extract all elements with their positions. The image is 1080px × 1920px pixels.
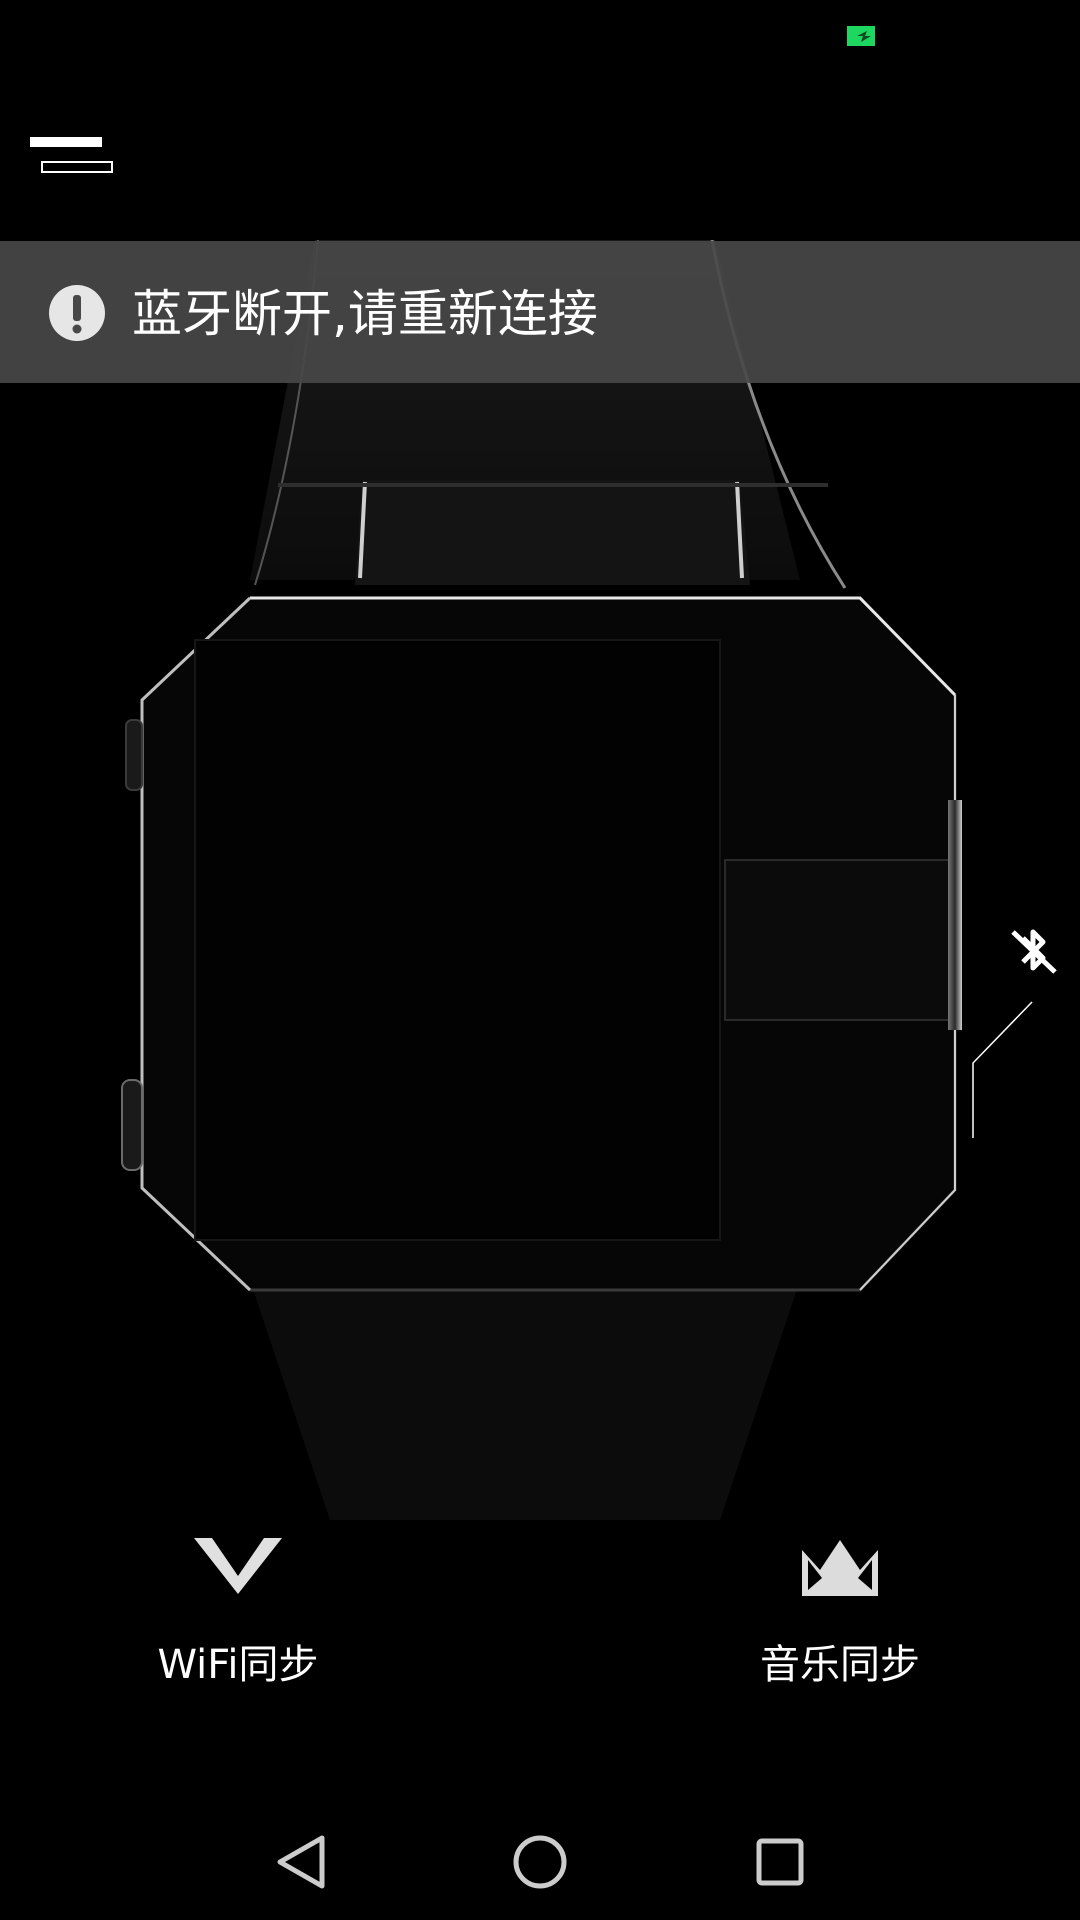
battery-charging-icon bbox=[847, 26, 875, 46]
music-sync-button[interactable]: 音乐同步 bbox=[710, 1530, 970, 1700]
exclamation-icon bbox=[49, 285, 105, 341]
recent-square-icon[interactable] bbox=[750, 1832, 810, 1892]
wifi-sync-button[interactable]: WiFi同步 bbox=[108, 1530, 368, 1700]
screen: 蓝牙断开,请重新连接 WiFi同步 音乐同步 bbox=[0, 0, 1080, 1920]
navigation-bar bbox=[0, 1800, 1080, 1920]
menu-icon bbox=[30, 137, 113, 173]
wifi-sync-label: WiFi同步 bbox=[157, 1642, 319, 1688]
bluetooth-disabled-icon[interactable] bbox=[1005, 922, 1061, 978]
back-triangle-icon[interactable] bbox=[270, 1832, 330, 1892]
home-circle-icon[interactable] bbox=[510, 1832, 570, 1892]
smartwatch-image bbox=[121, 240, 962, 1520]
alert-message: 蓝牙断开,请重新连接 bbox=[132, 285, 598, 343]
crown-icon bbox=[802, 1540, 878, 1596]
callout-line bbox=[972, 1001, 1033, 1138]
menu-button[interactable] bbox=[28, 134, 118, 178]
status-bar bbox=[0, 0, 1080, 72]
music-sync-label: 音乐同步 bbox=[760, 1642, 920, 1688]
triangle-down-icon bbox=[194, 1538, 282, 1594]
